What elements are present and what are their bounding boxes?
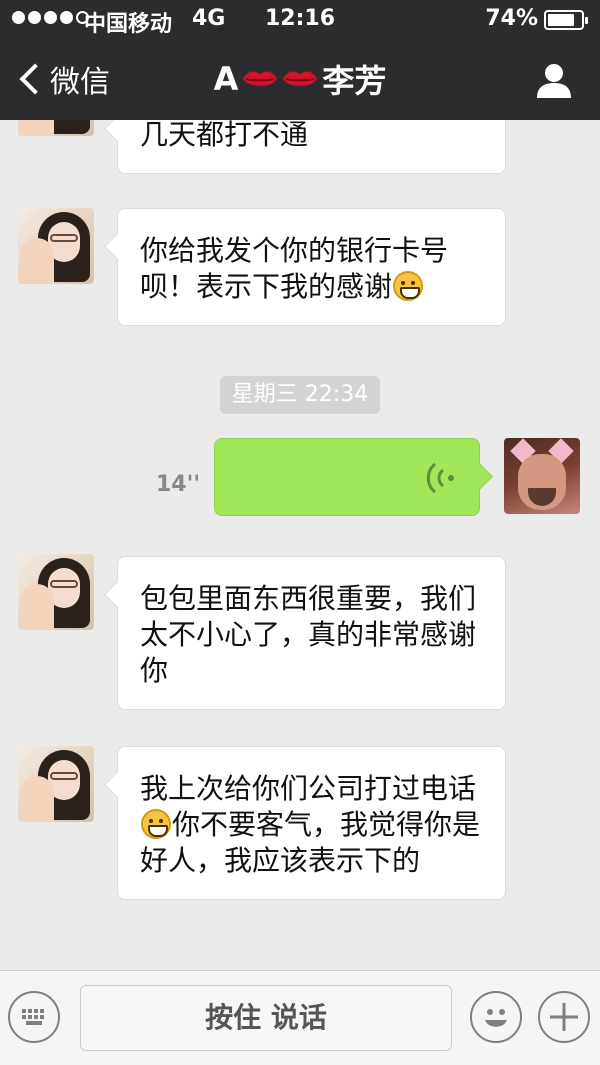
chat-header: 微信 A 李芳 <box>0 40 600 120</box>
hold-to-talk-button[interactable]: 按住 说话 <box>80 985 452 1051</box>
message-text: 包包里面东西很重要，我们太不小心了，真的非常感谢你 <box>140 582 477 687</box>
grin-emoji-icon <box>141 809 171 839</box>
lips-emoji-icon <box>243 71 278 86</box>
message-bubble[interactable]: 包包里面东西很重要，我们太不小心了，真的非常感谢你 <box>117 556 506 710</box>
contact-avatar[interactable] <box>18 746 94 822</box>
message-text: 几天都打不通 <box>140 120 309 151</box>
message-bubble[interactable]: 我上次给你们公司打过电话你不要客气，我觉得你是好人，我应该表示下的 <box>117 746 506 900</box>
message-bubble[interactable]: 几天都打不通 <box>117 120 506 174</box>
message-text: 你不要客气，我觉得你是好人，我应该表示下的 <box>140 808 481 877</box>
battery-percent: 74% <box>485 6 538 31</box>
contact-avatar[interactable] <box>18 208 94 284</box>
plus-icon <box>550 1003 578 1031</box>
smiley-icon <box>485 1009 507 1027</box>
battery-icon <box>544 10 588 30</box>
chat-title-prefix: A <box>213 60 239 98</box>
contact-avatar[interactable] <box>18 554 94 630</box>
chat-area[interactable]: 几天都打不通 你给我发个你的银行卡号呗！表示下我的感谢 星期三 22:34 14… <box>0 120 600 970</box>
chat-title: A 李芳 <box>0 56 600 102</box>
sound-wave-icon <box>426 462 454 494</box>
emoji-button[interactable] <box>470 991 522 1043</box>
person-icon[interactable] <box>534 60 574 100</box>
my-avatar[interactable] <box>504 438 580 514</box>
lips-emoji-icon <box>283 71 318 86</box>
voice-message[interactable] <box>214 438 480 516</box>
input-bar: 按住 说话 <box>0 970 600 1065</box>
voice-duration: 14'' <box>156 472 201 497</box>
contact-avatar[interactable] <box>18 120 94 136</box>
keyboard-toggle-button[interactable] <box>8 991 60 1043</box>
top-bar: 中国移动 4G 12:16 74% 微信 A 李芳 <box>0 0 600 120</box>
chat-title-name: 李芳 <box>322 62 387 100</box>
grin-emoji-icon <box>393 271 424 301</box>
more-button[interactable] <box>538 991 590 1043</box>
chat-timestamp: 星期三 22:34 <box>220 376 380 414</box>
keyboard-icon <box>22 1009 44 1025</box>
status-bar: 中国移动 4G 12:16 74% <box>0 0 600 40</box>
message-text: 我上次给你们公司打过电话 <box>140 772 477 805</box>
message-bubble[interactable]: 你给我发个你的银行卡号呗！表示下我的感谢 <box>117 208 506 326</box>
